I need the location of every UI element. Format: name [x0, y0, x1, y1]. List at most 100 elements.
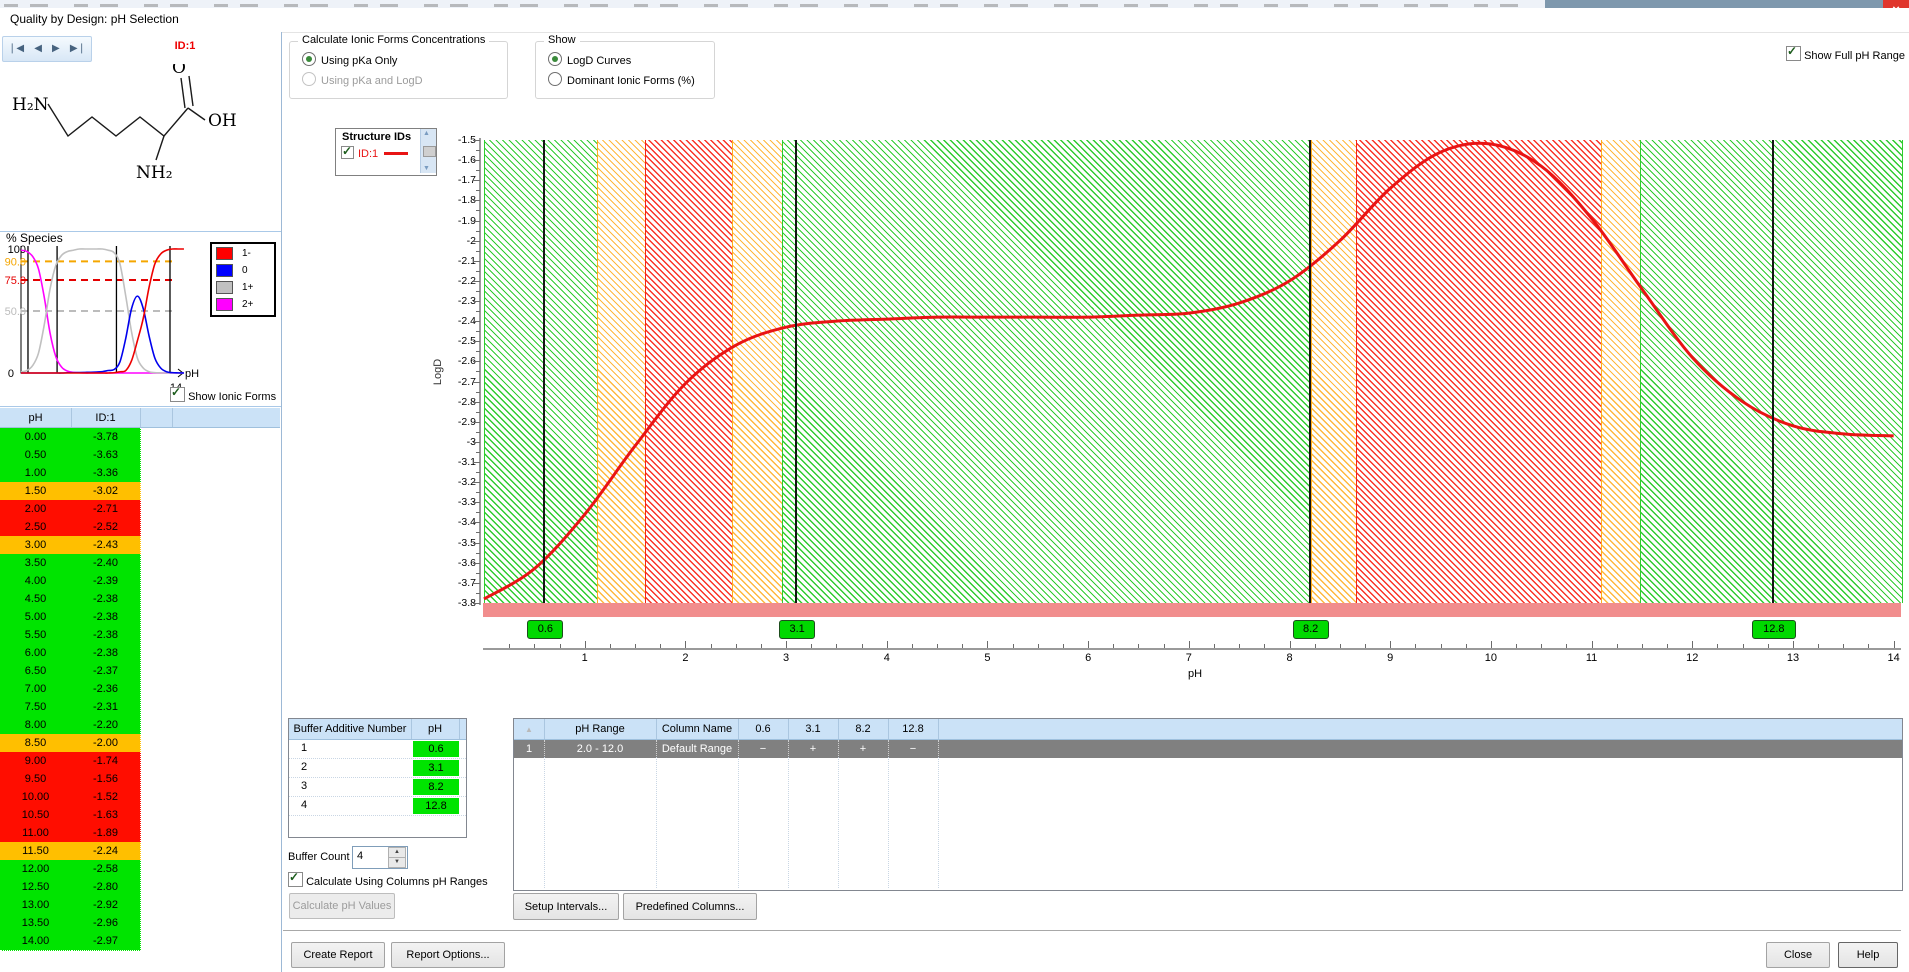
logd-cell: -1.52: [71, 788, 141, 807]
column-header[interactable]: 12.8: [888, 719, 939, 739]
y-tick: [473, 482, 480, 483]
x-tick: [1617, 644, 1618, 648]
y-minor-tick: [476, 271, 480, 272]
buffer-ph-tag[interactable]: 3.1: [779, 620, 815, 639]
y-tick-label: -3.1: [444, 456, 476, 468]
stepper-down-icon[interactable]: ▼: [388, 857, 406, 868]
setup-intervals-button[interactable]: Setup Intervals...: [513, 893, 619, 920]
y-tick-label: -3.8: [444, 597, 476, 609]
table-row[interactable]: 12.0 - 12.0Default Range−++−: [514, 740, 1902, 758]
x-tick: [1164, 644, 1165, 648]
logd-cell: -1.56: [71, 770, 141, 789]
column-header: pH: [411, 719, 460, 739]
y-tick-label: -2.5: [444, 335, 476, 347]
column-header[interactable]: 8.2: [838, 719, 889, 739]
y-tick: [473, 603, 480, 604]
table-row: 10.00-1.52: [0, 788, 280, 806]
y-minor-tick: [476, 512, 480, 513]
y-tick-label: -2.6: [444, 355, 476, 367]
buffer-ph-cell[interactable]: 0.6: [413, 741, 459, 757]
logd-cell: -2.97: [71, 932, 141, 951]
x-axis-title: pH: [1175, 668, 1215, 680]
x-tick: [836, 644, 837, 648]
ph-cell: 14.00: [0, 932, 72, 951]
x-tick: [937, 644, 938, 648]
buffer-ph-line[interactable]: [543, 140, 545, 617]
checkbox-icon[interactable]: [288, 872, 303, 887]
x-tick: [1793, 641, 1794, 648]
y-tick: [473, 543, 480, 544]
x-tick: [962, 644, 963, 648]
table-row: 23.1: [289, 759, 466, 778]
sort-icon[interactable]: ▲: [514, 719, 545, 739]
y-minor-tick: [476, 190, 480, 191]
y-tick: [473, 361, 480, 362]
report-options-button[interactable]: Report Options...: [391, 942, 505, 968]
predefined-columns-button[interactable]: Predefined Columns...: [623, 893, 757, 920]
x-tick: [1566, 644, 1567, 648]
column-header[interactable]: 0.6: [738, 719, 789, 739]
x-tick-label: 11: [1577, 652, 1607, 664]
y-minor-tick: [476, 291, 480, 292]
column-header[interactable]: pH Range: [544, 719, 657, 739]
x-tick: [912, 644, 913, 648]
x-tick: [1264, 644, 1265, 648]
help-button[interactable]: Help: [1838, 942, 1898, 968]
y-minor-tick: [476, 210, 480, 211]
table-header: Buffer Additive NumberpH: [289, 719, 466, 740]
y-tick: [473, 140, 480, 141]
x-tick: [534, 644, 535, 648]
x-tick: [660, 644, 661, 648]
logd-cell: -2.24: [71, 842, 141, 861]
logd-cell: -2.96: [71, 914, 141, 933]
x-axis: [483, 648, 1901, 650]
column-header[interactable]: 3.1: [788, 719, 839, 739]
buffer-ph-line[interactable]: [795, 140, 797, 617]
x-tick: [585, 641, 586, 648]
x-tick: [987, 641, 988, 648]
y-tick-label: -1.6: [444, 154, 476, 166]
calc-using-columns-checkbox[interactable]: Calculate Using Columns pH Ranges: [288, 872, 488, 888]
x-tick: [509, 644, 510, 648]
y-tick-label: -3: [444, 436, 476, 448]
buffer-ph-tag[interactable]: 8.2: [1293, 620, 1329, 639]
buffer-count-stepper[interactable]: 4 ▲ ▼: [352, 846, 408, 869]
buffer-ph-tag[interactable]: 0.6: [527, 620, 563, 639]
x-tick-label: 8: [1275, 652, 1305, 664]
y-tick: [473, 563, 480, 564]
buffer-ph-cell[interactable]: 8.2: [413, 779, 459, 795]
x-tick-label: 2: [670, 652, 700, 664]
buffer-ph-cell[interactable]: 3.1: [413, 760, 459, 776]
buffer-ph-line[interactable]: [1772, 140, 1774, 617]
x-tick-label: 1: [570, 652, 600, 664]
y-tick: [473, 261, 480, 262]
x-tick: [635, 644, 636, 648]
table-row: 12.50-2.80: [0, 878, 280, 896]
ph-cell: 8.50: [0, 734, 72, 753]
x-tick: [1113, 644, 1114, 648]
row-cell: 2.0 - 12.0: [544, 740, 657, 758]
buffer-ph-tag[interactable]: 12.8: [1752, 620, 1796, 639]
logd-curve: [484, 143, 1894, 599]
table-row: 9.00-1.74: [0, 752, 280, 770]
y-tick-label: -3.7: [444, 577, 476, 589]
create-report-button[interactable]: Create Report: [291, 942, 385, 968]
close-button[interactable]: Close: [1766, 942, 1830, 968]
x-tick: [1088, 641, 1089, 648]
ph-cell: 9.00: [0, 752, 72, 771]
column-header[interactable]: Column Name: [656, 719, 739, 739]
buffer-ph-line[interactable]: [1309, 140, 1311, 617]
x-tick: [862, 644, 863, 648]
x-tick-label: 12: [1677, 652, 1707, 664]
buffer-count-label: Buffer Count: [288, 851, 350, 863]
buffer-ph-cell[interactable]: 12.8: [413, 798, 459, 814]
x-tick-label: 10: [1476, 652, 1506, 664]
y-minor-tick: [476, 170, 480, 171]
x-tick-label: 4: [872, 652, 902, 664]
y-tick-label: -3.6: [444, 557, 476, 569]
row-cell: −: [738, 740, 789, 758]
x-tick: [1592, 641, 1593, 648]
y-tick-label: -1.7: [444, 174, 476, 186]
column-guide: [788, 757, 789, 888]
y-tick-label: -3.3: [444, 496, 476, 508]
